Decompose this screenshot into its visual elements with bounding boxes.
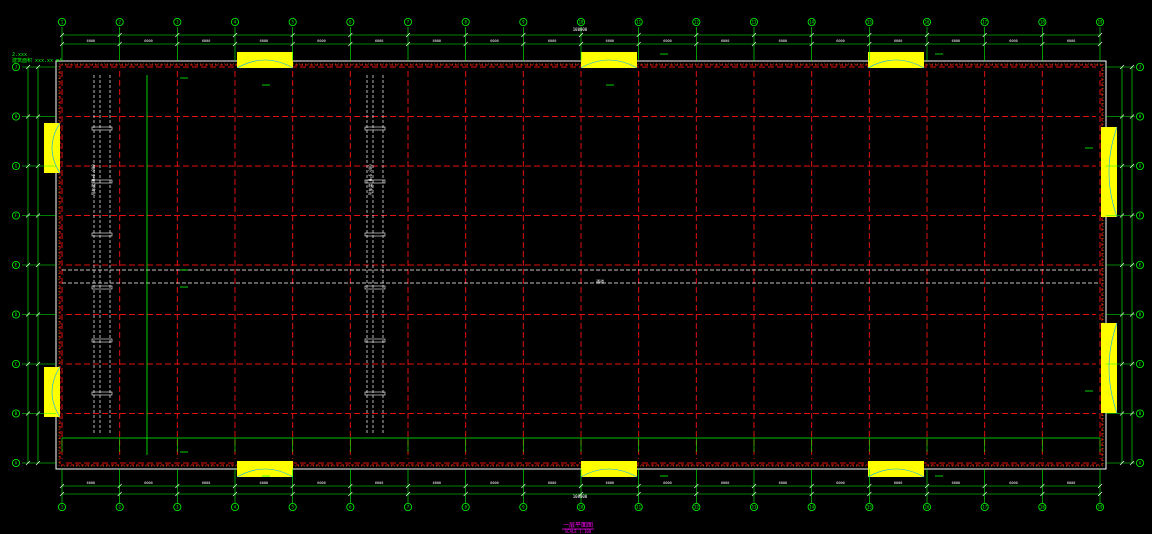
axis-bubble-top-13-label: 13 [752, 20, 757, 25]
axis-bubble-left-J-label: J [15, 65, 17, 70]
corridor-label: 通道 [596, 278, 604, 284]
top-left-note-2: 建筑面积 xxx.xx m² [12, 57, 62, 64]
dimension-label-bottom: 6000 [144, 481, 152, 485]
dimension-label-top: 6000 [317, 39, 325, 43]
dimension-label-top: 6000 [490, 39, 498, 43]
dim-overall-top: 108000 [573, 27, 588, 32]
dimension-label-bottom: 6000 [202, 481, 210, 485]
axis-bubble-top-19-label: 19 [1098, 20, 1103, 25]
dimension-label-bottom: 6000 [490, 481, 498, 485]
dimension-label-bottom: 6000 [317, 481, 325, 485]
dimension-label-top: 6000 [375, 39, 383, 43]
dimension-label-top: 6000 [721, 39, 729, 43]
dimension-label-bottom: 6000 [260, 481, 268, 485]
crane-label-upper: 吊车梁 H=6.000 [90, 164, 96, 196]
dimension-label-bottom: 6000 [894, 481, 902, 485]
dimension-label-bottom: 6000 [663, 481, 671, 485]
dimension-label-top: 6000 [87, 39, 95, 43]
crane-label-lower: 吊车梁 H=6.000 [367, 164, 373, 196]
axis-bubble-bottom-14-label: 14 [809, 505, 814, 510]
axis-bubble-right-J-label: J [1139, 65, 1141, 70]
axis-bubble-bottom-13-label: 13 [752, 505, 757, 510]
dimension-label-bottom: 6000 [1067, 481, 1075, 485]
dimension-label-top: 6000 [202, 39, 210, 43]
dimension-label-top: 6000 [144, 39, 152, 43]
dimension-label-bottom: 6000 [606, 481, 614, 485]
axis-bubble-bottom-16-label: 16 [925, 505, 930, 510]
dimension-label-bottom: 6000 [548, 481, 556, 485]
dimension-label-top: 6000 [779, 39, 787, 43]
dimension-label-bottom: 6000 [1009, 481, 1017, 485]
axis-bubble-top-12-label: 12 [694, 20, 699, 25]
dimension-label-top: 6000 [894, 39, 902, 43]
dimension-label-top: 6000 [548, 39, 556, 43]
dimension-label-bottom: 6000 [433, 481, 441, 485]
dimension-label-top: 6000 [606, 39, 614, 43]
dimension-label-top: 6000 [260, 39, 268, 43]
axis-bubble-bottom-15-label: 15 [867, 505, 872, 510]
axis-bubble-top-17-label: 17 [982, 20, 987, 25]
dimension-label-top: 6000 [1009, 39, 1017, 43]
dimension-label-top: 6000 [836, 39, 844, 43]
axis-bubble-top-11-label: 11 [636, 20, 641, 25]
axis-bubble-top-14-label: 14 [809, 20, 814, 25]
dimension-label-bottom: 6000 [779, 481, 787, 485]
dimension-label-top: 6000 [952, 39, 960, 43]
axis-bubble-top-16-label: 16 [925, 20, 930, 25]
axis-bubble-bottom-19-label: 19 [1098, 505, 1103, 510]
drawing-subtitle: SCALE 1:100 [565, 529, 592, 534]
dim-overall-bottom: 108000 [573, 494, 588, 499]
dimension-label-bottom: 6000 [721, 481, 729, 485]
drawing-background [0, 0, 1152, 534]
dimension-label-bottom: 6000 [87, 481, 95, 485]
dimension-label-top: 6000 [433, 39, 441, 43]
dimension-label-top: 6000 [663, 39, 671, 43]
dimension-label-top: 6000 [1067, 39, 1075, 43]
drawing-title: 一层平面图 [563, 522, 593, 529]
axis-bubble-bottom-17-label: 17 [982, 505, 987, 510]
axis-bubble-bottom-10-label: 10 [579, 505, 584, 510]
axis-bubble-top-18-label: 18 [1040, 20, 1045, 25]
axis-bubble-top-10-label: 10 [579, 20, 584, 25]
dimension-label-bottom: 6000 [836, 481, 844, 485]
axis-bubble-bottom-18-label: 18 [1040, 505, 1045, 510]
axis-bubble-bottom-12-label: 12 [694, 505, 699, 510]
cad-drawing-canvas: 6000 6000 6000 6000 6000 6000 6000 6000 6000 6000… [0, 0, 1152, 534]
dimension-label-bottom: 6000 [952, 481, 960, 485]
dimension-label-bottom: 6000 [375, 481, 383, 485]
axis-bubble-top-15-label: 15 [867, 20, 872, 25]
axis-bubble-bottom-11-label: 11 [636, 505, 641, 510]
